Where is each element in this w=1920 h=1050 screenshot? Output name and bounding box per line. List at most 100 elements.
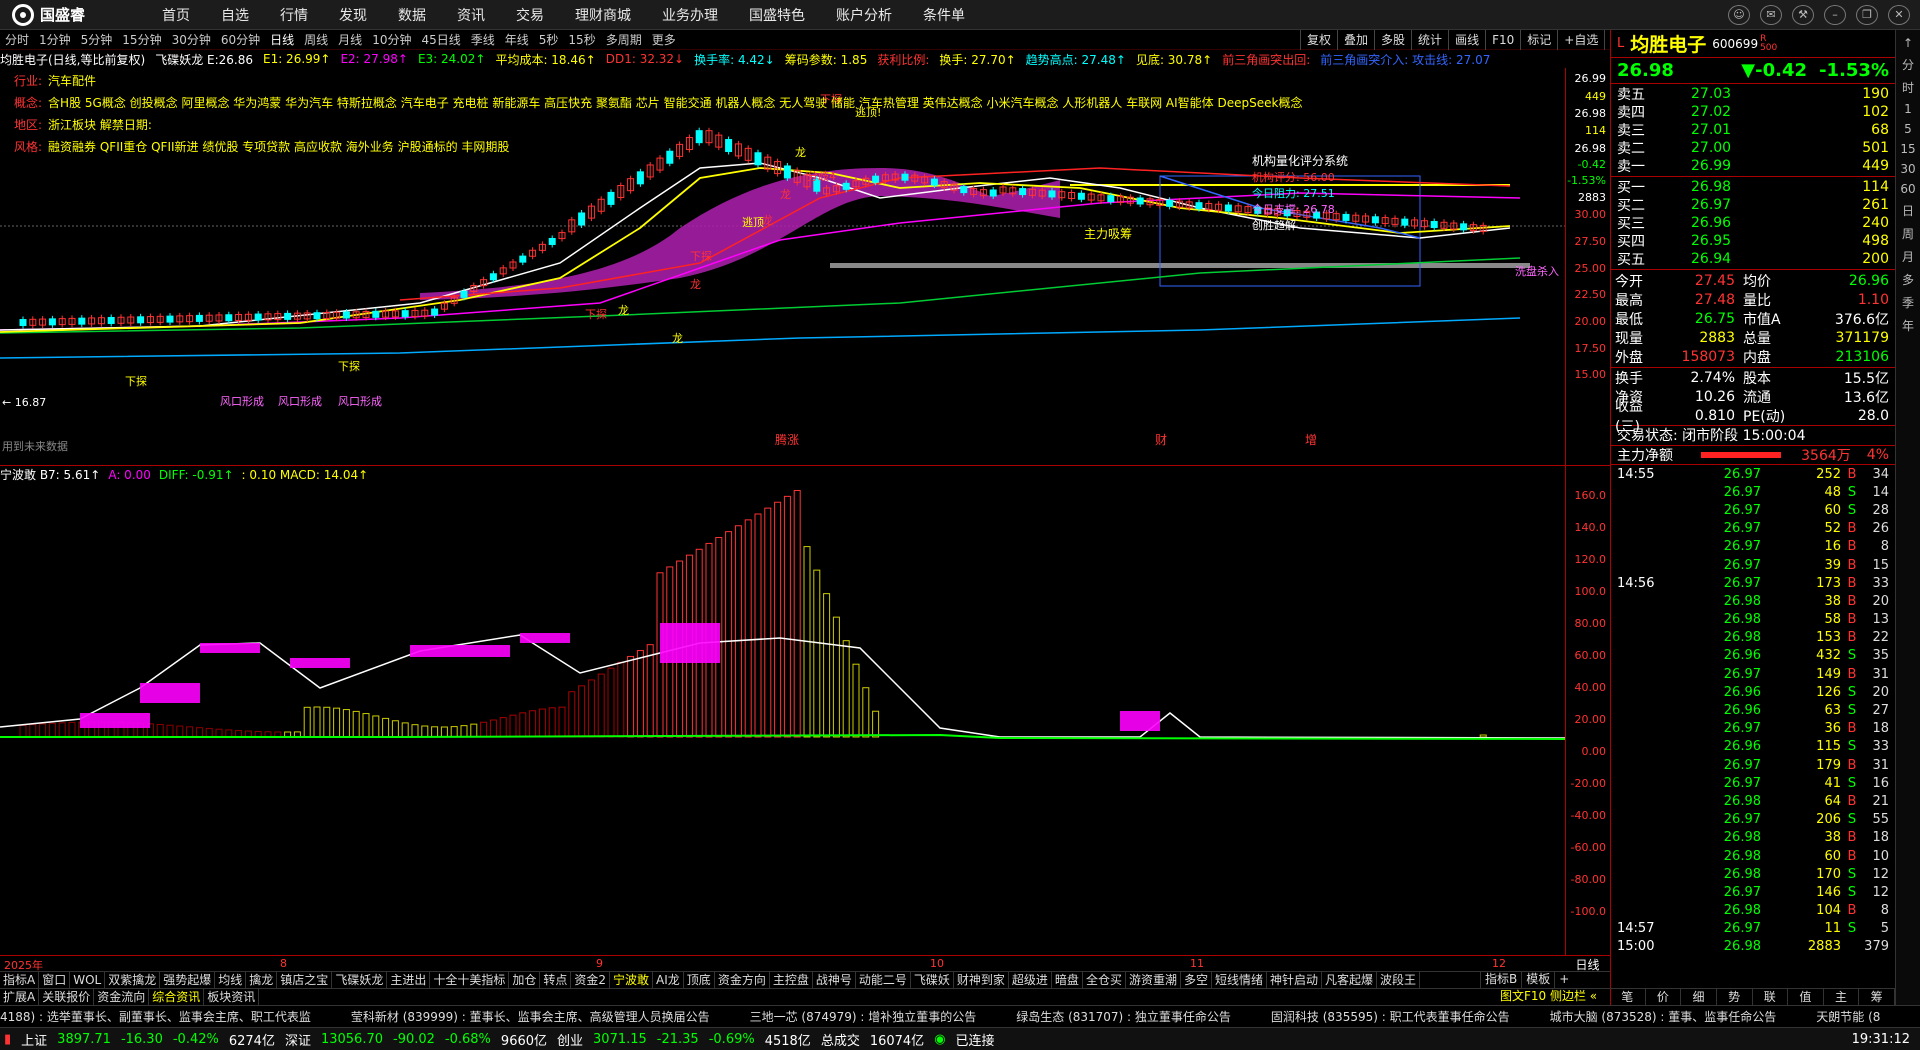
sidebar-period-7[interactable]: 60 bbox=[1896, 182, 1920, 196]
sidebar-period-4[interactable]: 5 bbox=[1896, 122, 1920, 136]
bottom-tab-2[interactable]: 资金流向 bbox=[94, 989, 150, 1005]
news-item[interactable]: 4188) : 选举董事长、副董事长、监事会主席、职工代表监 bbox=[0, 1010, 311, 1024]
sidebar-period-8[interactable]: 日 bbox=[1896, 202, 1920, 219]
menu-item-6[interactable]: 交易 bbox=[516, 5, 544, 25]
cy-label[interactable]: 创业 bbox=[557, 1030, 583, 1049]
menu-item-1[interactable]: 自选 bbox=[221, 5, 249, 25]
sidebar-period-0[interactable]: ↑ bbox=[1896, 36, 1920, 50]
menu-item-4[interactable]: 数据 bbox=[398, 5, 426, 25]
indicator-tab-27[interactable]: 多空 bbox=[1181, 972, 1212, 988]
indicator-tab-15[interactable]: AI龙 bbox=[653, 972, 684, 988]
indicator-tab-2[interactable]: WOL bbox=[70, 972, 106, 988]
indicator-tab-30[interactable]: 凡客起爆 bbox=[1322, 972, 1378, 988]
indicator-tab-25[interactable]: 全仓买 bbox=[1083, 972, 1126, 988]
tool-0[interactable]: 复权 bbox=[1300, 30, 1337, 50]
minimize-icon[interactable]: – bbox=[1824, 4, 1846, 25]
sz-label[interactable]: 深证 bbox=[285, 1030, 311, 1049]
indicator-tab-12[interactable]: 转点 bbox=[540, 972, 572, 988]
menu-item-0[interactable]: 首页 bbox=[162, 5, 190, 25]
indicator-tab-28[interactable]: 短线情绪 bbox=[1212, 972, 1267, 988]
bottom-tab-1[interactable]: 关联报价 bbox=[39, 989, 95, 1005]
sidebar-period-3[interactable]: 1 bbox=[1896, 102, 1920, 116]
tool-3[interactable]: 统计 bbox=[1411, 30, 1448, 50]
period-13[interactable]: 5秒 bbox=[539, 31, 559, 48]
indicator-tab-22[interactable]: 财神到家 bbox=[954, 972, 1009, 988]
message-icon[interactable]: ☺ bbox=[1728, 4, 1750, 25]
period-7[interactable]: 周线 bbox=[304, 31, 328, 48]
news-item[interactable]: 天朗节能 (8 bbox=[1816, 1010, 1880, 1024]
tool-7[interactable]: +自选 bbox=[1557, 30, 1604, 50]
period-6[interactable]: 日线 bbox=[270, 31, 294, 48]
period-12[interactable]: 年线 bbox=[505, 31, 529, 48]
quote-tab-6[interactable]: 主 bbox=[1824, 989, 1860, 1005]
tool-4[interactable]: 画线 bbox=[1448, 30, 1485, 50]
period-11[interactable]: 季线 bbox=[471, 31, 495, 48]
menu-item-9[interactable]: 国盛特色 bbox=[749, 5, 805, 25]
close-icon[interactable]: ✕ bbox=[1888, 4, 1910, 25]
indicator-tab-9[interactable]: 主进出 bbox=[387, 972, 431, 988]
indicator-tab-10[interactable]: 十全十美指标 bbox=[430, 972, 510, 988]
quote-tab-7[interactable]: 筹 bbox=[1859, 989, 1895, 1005]
sidebar-period-5[interactable]: 15 bbox=[1896, 142, 1920, 156]
bottom-tab-0[interactable]: 扩展A bbox=[0, 989, 40, 1005]
indicator-tab-16[interactable]: 顶底 bbox=[684, 972, 715, 988]
mail-icon[interactable]: ✉ bbox=[1760, 4, 1782, 25]
indicator-tab-right-0[interactable]: 指标B bbox=[1480, 971, 1521, 988]
indicator-tab-1[interactable]: 窗口 bbox=[39, 972, 71, 988]
period-2[interactable]: 5分钟 bbox=[81, 31, 113, 48]
quote-tab-4[interactable]: 联 bbox=[1753, 989, 1789, 1005]
period-16[interactable]: 更多 bbox=[652, 31, 676, 48]
indicator-tab-13[interactable]: 资金2 bbox=[571, 972, 611, 988]
quote-tab-2[interactable]: 细 bbox=[1681, 989, 1717, 1005]
sidebar-period-13[interactable]: 年 bbox=[1896, 317, 1920, 334]
bottom-tab-4[interactable]: 板块资讯 bbox=[204, 989, 260, 1005]
period-10[interactable]: 45日线 bbox=[421, 31, 460, 48]
tool-5[interactable]: F10 bbox=[1485, 30, 1520, 50]
indicator-tab-11[interactable]: 加仓 bbox=[509, 972, 541, 988]
sidebar-period-12[interactable]: 季 bbox=[1896, 294, 1920, 311]
indicator-tab-0[interactable]: 指标A bbox=[0, 972, 40, 988]
sh-label[interactable]: 上证 bbox=[21, 1030, 47, 1049]
period-5[interactable]: 60分钟 bbox=[221, 31, 260, 48]
indicator-tab-31[interactable]: 波段王 bbox=[1377, 972, 1421, 988]
news-item[interactable]: 城市大脑 (873528) : 董事、监事任命公告 bbox=[1550, 1010, 1777, 1024]
indicator-tab-5[interactable]: 均线 bbox=[215, 972, 247, 988]
quote-tab-1[interactable]: 价 bbox=[1646, 989, 1682, 1005]
news-item[interactable]: 固润科技 (835595) : 职工代表董事任命公告 bbox=[1271, 1010, 1510, 1024]
sub-indicator-chart[interactable] bbox=[0, 483, 1565, 955]
tool-1[interactable]: 叠加 bbox=[1337, 30, 1374, 50]
period-15[interactable]: 多周期 bbox=[606, 31, 642, 48]
menu-item-2[interactable]: 行情 bbox=[280, 5, 308, 25]
news-item[interactable]: 绿岛生态 (831707) : 独立董事任命公告 bbox=[1016, 1010, 1231, 1024]
indicator-tab-21[interactable]: 飞碟妖 bbox=[911, 972, 954, 988]
sidebar-period-9[interactable]: 周 bbox=[1896, 225, 1920, 242]
menu-item-11[interactable]: 条件单 bbox=[923, 5, 965, 25]
indicator-tab-18[interactable]: 主控盘 bbox=[770, 972, 813, 988]
tool-6[interactable]: 标记 bbox=[1520, 30, 1557, 50]
period-1[interactable]: 1分钟 bbox=[39, 31, 71, 48]
period-3[interactable]: 15分钟 bbox=[122, 31, 161, 48]
quote-tab-3[interactable]: 势 bbox=[1717, 989, 1753, 1005]
bottom-tab-3[interactable]: 综合资讯 bbox=[149, 989, 205, 1005]
period-4[interactable]: 30分钟 bbox=[172, 31, 211, 48]
restore-icon[interactable]: ❐ bbox=[1856, 4, 1878, 25]
settings-icon[interactable]: ⚒ bbox=[1792, 4, 1814, 25]
sidebar-period-11[interactable]: 多 bbox=[1896, 271, 1920, 288]
quote-tab-0[interactable]: 笔 bbox=[1610, 989, 1646, 1005]
quote-tab-5[interactable]: 值 bbox=[1788, 989, 1824, 1005]
period-0[interactable]: 分时 bbox=[5, 31, 29, 48]
news-item[interactable]: 莹科新材 (839999) : 董事长、监事会主席、高级管理人员换届公告 bbox=[351, 1010, 710, 1024]
news-item[interactable]: 三地一芯 (874979) : 增补独立董事的公告 bbox=[750, 1010, 977, 1024]
indicator-tab-7[interactable]: 镇店之宝 bbox=[277, 972, 333, 988]
menu-item-8[interactable]: 业务办理 bbox=[662, 5, 718, 25]
date-axis-period[interactable]: 日线 bbox=[1565, 955, 1610, 972]
indicator-tab-23[interactable]: 超级进 bbox=[1009, 972, 1052, 988]
tool-2[interactable]: 多股 bbox=[1374, 30, 1411, 50]
period-8[interactable]: 月线 bbox=[338, 31, 362, 48]
indicator-tab-29[interactable]: 神针启动 bbox=[1267, 972, 1323, 988]
menu-item-5[interactable]: 资讯 bbox=[457, 5, 485, 25]
indicator-tab-14[interactable]: 宁波敢 bbox=[610, 972, 654, 988]
indicator-tab-24[interactable]: 暗盘 bbox=[1052, 972, 1083, 988]
indicator-tab-20[interactable]: 动能二号 bbox=[856, 972, 911, 988]
indicator-tab-17[interactable]: 资金方向 bbox=[715, 972, 770, 988]
